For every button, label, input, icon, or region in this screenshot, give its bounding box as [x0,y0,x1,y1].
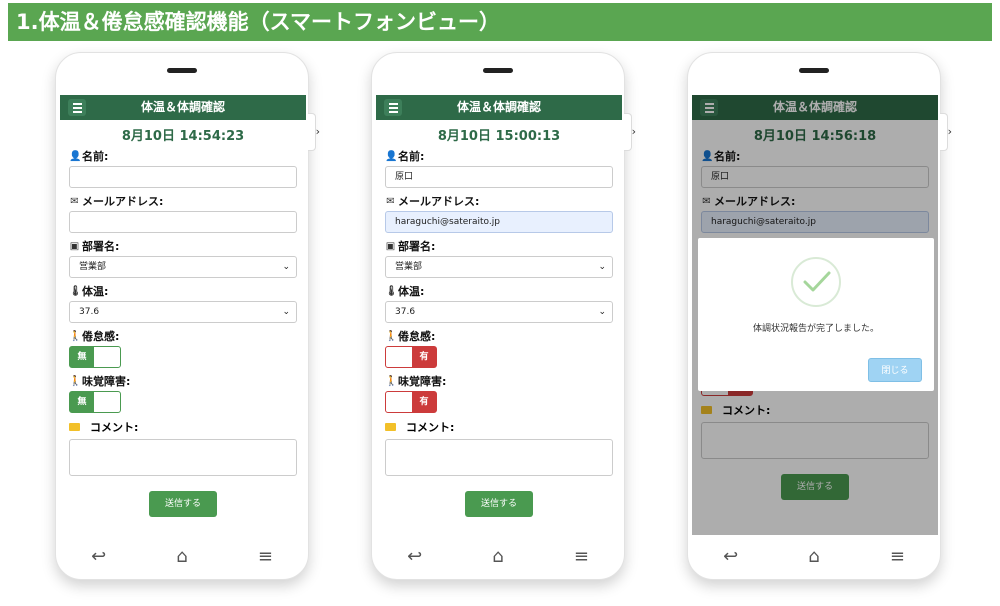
name-field[interactable]: 原口 [385,166,613,188]
taste-value: 無 [70,392,94,412]
dept-select[interactable]: 営業部 ⌄ [69,256,297,278]
mail-icon: ✉ [386,195,395,207]
chevron-down-icon: ⌄ [598,262,606,272]
taste-toggle[interactable]: 無 [69,391,121,413]
speaker [799,68,829,73]
comment-label: コメント: [90,421,139,434]
chevron-right-icon: › [315,125,320,138]
folder-icon [69,423,80,431]
name-label: 名前: [82,150,109,163]
fatigue-label: 倦怠感: [82,330,120,343]
datetime: 8月10日 15:00:13 [437,129,561,144]
fatigue-value: 有 [412,347,436,367]
mail-icon: ✉ [70,195,79,207]
person-icon: 🚶 [69,330,82,342]
dept-value: 営業部 [79,262,107,272]
menu-icon[interactable]: ≡ [258,546,273,567]
name-label: 名前: [398,150,425,163]
person-icon: 🚶 [385,330,398,342]
home-icon[interactable]: ⌂ [176,546,187,567]
back-icon[interactable]: ↩ [723,546,738,567]
app-header: 体温＆体調確認 [60,95,306,120]
back-icon[interactable]: ↩ [407,546,422,567]
close-button[interactable]: 閉じる [868,358,922,382]
fatigue-label: 倦怠感: [398,330,436,343]
temp-select[interactable]: 37.6 ⌄ [385,301,613,323]
user-icon: 👤 [385,150,398,162]
completion-dialog: 体調状況報告が完了しました。 閉じる [698,238,934,391]
thermometer-icon: 🌡 [69,285,82,297]
app-screen: 体温＆体調確認 8月10日 15:00:13 👤 名前: 原口 ✉ メールアドレス:… [376,95,622,535]
menu-icon[interactable]: ≡ [574,546,589,567]
person-icon: 🚶 [69,375,82,387]
menu-icon[interactable] [68,99,86,116]
dept-value: 営業部 [395,262,423,272]
dept-label: 部署名: [82,240,120,253]
app-screen: 体温＆体調確認 8月10日 14:54:23 👤 名前: ✉ メールアドレス: ▣ 部… [60,95,306,535]
temp-select[interactable]: 37.6 ⌄ [69,301,297,323]
thermometer-icon: 🌡 [385,285,398,297]
chevron-right-icon: › [947,125,952,138]
temp-label: 体温: [398,285,425,298]
comment-label: コメント: [406,421,455,434]
email-field[interactable]: haraguchi@sateraito.jp [385,211,613,233]
back-icon[interactable]: ↩ [91,546,106,567]
chevron-right-icon: › [631,125,636,138]
chevron-down-icon: ⌄ [282,262,290,272]
comment-textarea[interactable] [385,439,613,476]
app-header: 体温＆体調確認 [376,95,622,120]
phone-3: › 体温＆体調確認 8月10日 14:56:18 👤 名前: 原口 ✉ メールアドレ… [687,52,952,580]
folder-icon [385,423,396,431]
speaker [483,68,513,73]
section-banner: 1.体温＆倦怠感確認機能（スマートフォンビュー） [8,3,992,41]
fatigue-toggle[interactable]: 有 [385,346,437,368]
comment-textarea[interactable] [69,439,297,476]
temp-value: 37.6 [395,307,416,317]
taste-value: 有 [412,392,436,412]
menu-icon[interactable] [384,99,402,116]
phone-1: › 体温＆体調確認 8月10日 14:54:23 👤 名前: ✉ メールアドレス: … [55,52,320,580]
taste-label: 味覚障害: [398,375,447,388]
phone-2: › 体温＆体調確認 8月10日 15:00:13 👤 名前: 原口 ✉ メールアドレ… [371,52,636,580]
android-navbar: ↩ ⌂ ≡ [688,533,940,579]
menu-icon[interactable]: ≡ [890,546,905,567]
app-title: 体温＆体調確認 [140,100,225,114]
submit-button[interactable]: 送信する [465,491,533,517]
home-icon[interactable]: ⌂ [492,546,503,567]
dialog-message: 体調状況報告が完了しました。 [752,324,879,334]
android-navbar: ↩ ⌂ ≡ [372,533,624,579]
taste-label: 味覚障害: [82,375,131,388]
temp-label: 体温: [82,285,109,298]
email-field[interactable] [69,211,297,233]
chevron-down-icon: ⌄ [598,307,606,317]
email-label: メールアドレス: [82,195,164,208]
android-navbar: ↩ ⌂ ≡ [56,533,308,579]
taste-toggle[interactable]: 有 [385,391,437,413]
name-field[interactable] [69,166,297,188]
submit-button[interactable]: 送信する [149,491,217,517]
person-icon: 🚶 [385,375,398,387]
user-icon: 👤 [69,150,82,162]
dept-select[interactable]: 営業部 ⌄ [385,256,613,278]
badge-icon: ▣ [385,240,396,252]
app-screen: 体温＆体調確認 8月10日 14:56:18 👤 名前: 原口 ✉ メールアドレス:… [692,95,938,535]
check-icon [791,257,841,307]
speaker [167,68,197,73]
fatigue-value: 無 [70,347,94,367]
badge-icon: ▣ [69,240,80,252]
home-icon[interactable]: ⌂ [808,546,819,567]
dept-label: 部署名: [398,240,436,253]
fatigue-toggle[interactable]: 無 [69,346,121,368]
app-title: 体温＆体調確認 [456,100,541,114]
email-label: メールアドレス: [398,195,480,208]
chevron-down-icon: ⌄ [282,307,290,317]
datetime: 8月10日 14:54:23 [121,129,245,144]
temp-value: 37.6 [79,307,100,317]
